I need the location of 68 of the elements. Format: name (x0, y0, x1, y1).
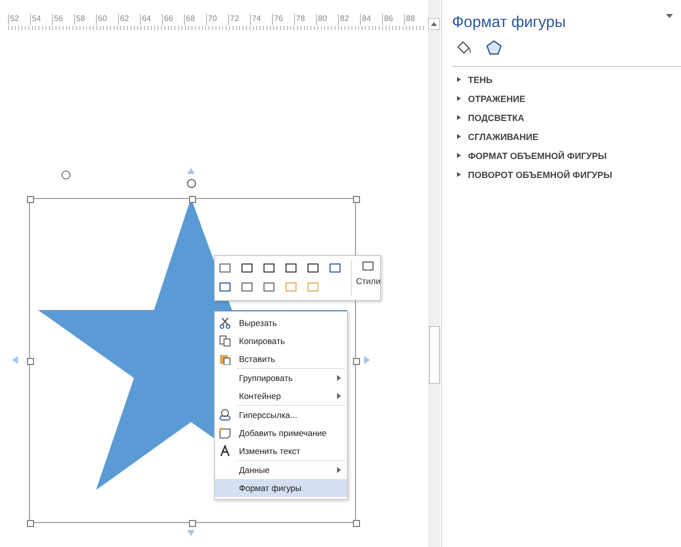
ruler-label: 78 (294, 14, 316, 25)
menu-item[interactable]: Группировать (215, 369, 347, 387)
ruler-label: 74 (250, 14, 272, 25)
ruler-label: 56 (52, 14, 74, 25)
letter-icon (219, 445, 231, 457)
clipboard-icon (219, 353, 231, 365)
scroll-thumb[interactable] (428, 326, 440, 384)
resize-handle[interactable] (189, 196, 196, 203)
ruler-label: 68 (184, 14, 206, 25)
section-header[interactable]: СГЛАЖИВАНИЕ (452, 127, 681, 146)
ruler-label: 70 (206, 14, 228, 25)
section-header[interactable]: ФОРМАТ ОБЪЕМНОЙ ФИГУРЫ (452, 146, 681, 165)
scroll-up-icon[interactable] (428, 18, 440, 30)
caret-icon (457, 172, 461, 177)
ruler-label: 60 (96, 14, 118, 25)
menu-item[interactable]: Изменить текст (215, 442, 347, 460)
caret-icon (457, 153, 461, 158)
note-icon (219, 427, 231, 439)
menu-item[interactable]: Добавить примечание (215, 424, 347, 442)
menu-item[interactable]: Гиперссылка... (215, 406, 347, 424)
caret-icon (457, 77, 461, 82)
caret-icon (457, 96, 461, 101)
rotate-handle-icon[interactable] (186, 178, 197, 189)
resize-handle[interactable] (27, 520, 34, 527)
ruler-label: 66 (162, 14, 184, 25)
section-header[interactable]: ПОДСВЕТКА (452, 108, 681, 127)
paint-bucket-icon (456, 40, 472, 56)
ruler-label: 82 (338, 14, 360, 25)
scissors-icon (219, 317, 231, 329)
pentagon-icon (486, 40, 502, 56)
menu-item[interactable]: Данные (215, 461, 347, 479)
ruler-label: 52 (8, 14, 30, 25)
submenu-arrow-icon (337, 467, 341, 473)
ruler-label: 72 (228, 14, 250, 25)
caret-icon (457, 115, 461, 120)
menu-item[interactable]: Контейнер (215, 387, 347, 405)
ruler-label: 62 (118, 14, 140, 25)
menu-item[interactable]: Формат фигуры (215, 479, 347, 497)
menu-item[interactable]: Копировать (215, 332, 347, 350)
section-header[interactable]: ПОВОРОТ ОБЪЕМНОЙ ФИГУРЫ (452, 165, 681, 184)
resize-handle[interactable] (27, 196, 34, 203)
ruler-label: 84 (360, 14, 382, 25)
ruler-label: 58 (74, 14, 96, 25)
ruler-label: 88 (404, 14, 426, 25)
section-header[interactable]: ТЕНЬ (452, 70, 681, 89)
resize-handle[interactable] (353, 520, 360, 527)
pane-title: Формат фигуры (452, 14, 566, 32)
connection-point-icon[interactable] (61, 170, 71, 180)
resize-handle[interactable] (353, 358, 360, 365)
vertical-scrollbar[interactable] (428, 0, 440, 547)
submenu-arrow-icon (337, 375, 341, 381)
copy-icon (219, 335, 231, 347)
dropdown-icon[interactable] (666, 14, 673, 19)
submenu-arrow-icon (337, 393, 341, 399)
ruler-label: 76 (272, 14, 294, 25)
resize-handle[interactable] (27, 358, 34, 365)
menu-item[interactable]: Вставить (215, 350, 347, 368)
ruler-label: 80 (316, 14, 338, 25)
resize-handle[interactable] (353, 196, 360, 203)
ruler-label: 54 (30, 14, 52, 25)
styles-label[interactable]: Стили (356, 276, 380, 286)
menu-item[interactable]: Вырезать (215, 314, 347, 332)
globe-link-icon (219, 409, 231, 421)
caret-icon (457, 134, 461, 139)
ruler-label: 64 (140, 14, 162, 25)
section-header[interactable]: ОТРАЖЕНИЕ (452, 89, 681, 108)
ruler-label: 86 (382, 14, 404, 25)
resize-handle[interactable] (189, 520, 196, 527)
